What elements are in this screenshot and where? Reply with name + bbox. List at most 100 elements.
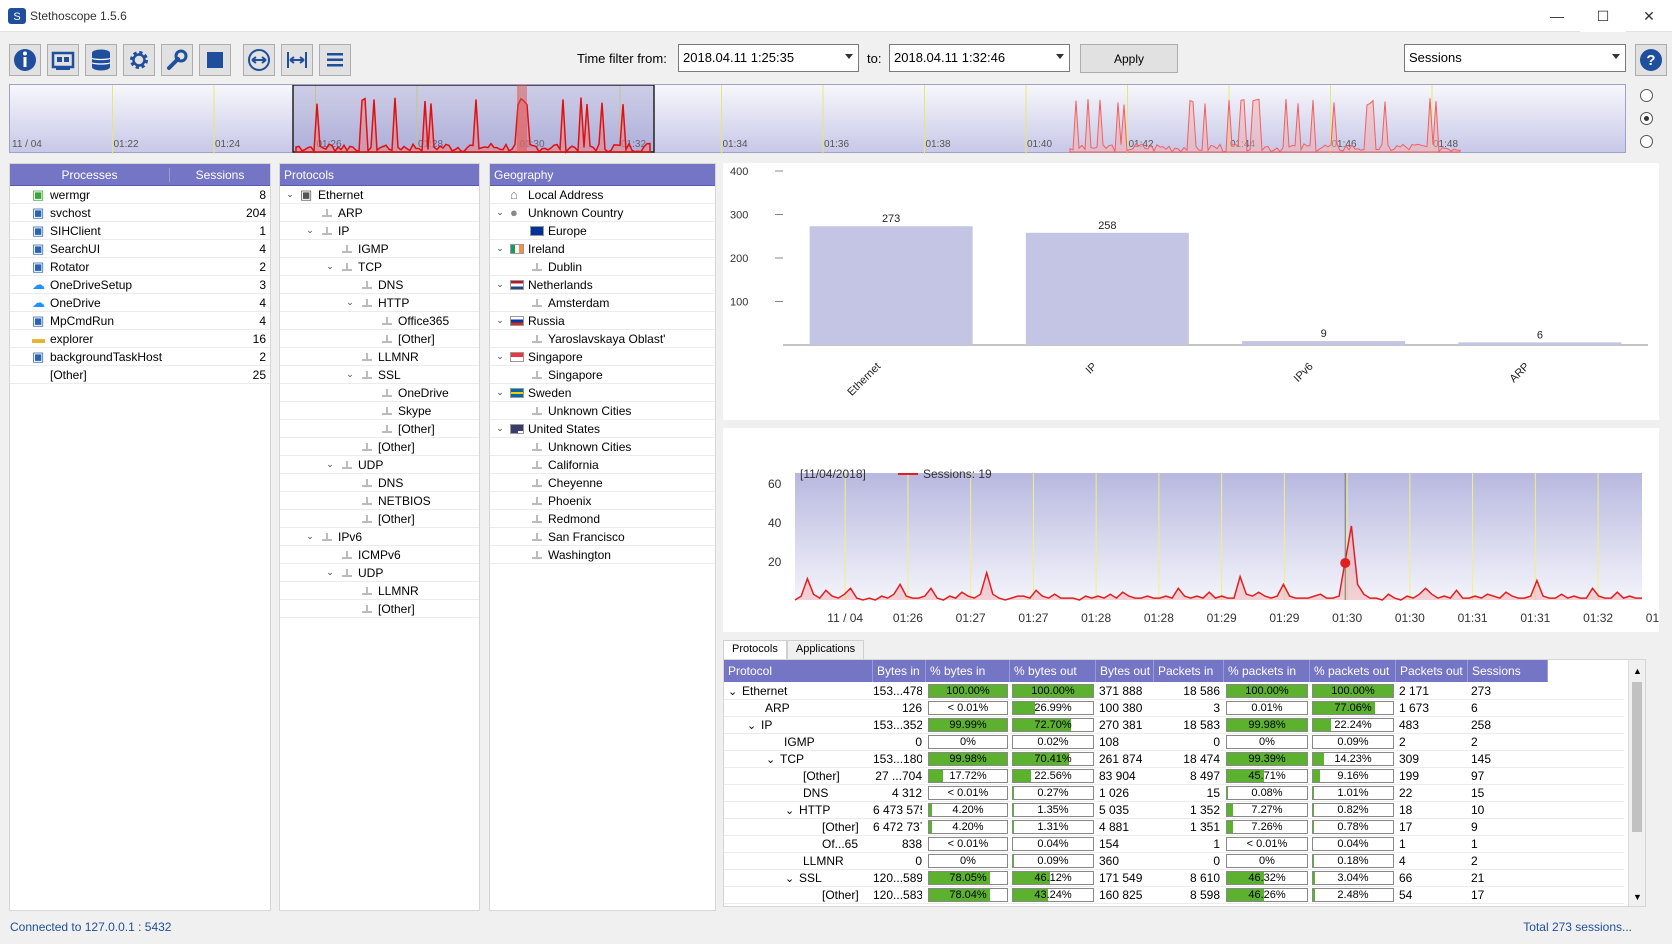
chevron-down-icon[interactable]: ⌄ [494, 315, 506, 326]
scroll-down-icon[interactable]: ▼ [1633, 892, 1642, 902]
geography-tree-item[interactable]: Dublin [490, 258, 715, 276]
timeline-radio-2[interactable] [1640, 112, 1653, 125]
protocols-tree-item[interactable]: IGMP [280, 240, 479, 258]
geography-tree-item[interactable]: ⌄ United States [490, 420, 715, 438]
chevron-down-icon[interactable]: ⌄ [494, 351, 506, 362]
chevron-down-icon[interactable]: ⌄ [785, 804, 799, 817]
geography-tree-item[interactable]: Amsterdam [490, 294, 715, 312]
protocols-tree-item[interactable]: ICMPv6 [280, 546, 479, 564]
scroll-up-icon[interactable]: ▲ [1633, 666, 1642, 676]
protocols-tree-item[interactable]: [Other] [280, 330, 479, 348]
protocols-tree-item[interactable]: DNS [280, 276, 479, 294]
table-row[interactable]: [Other] 27 ...704 17.72% 22.56% 83 904 8 497 4… [724, 768, 1624, 785]
table-row[interactable]: ARP 126 < 0.01% 26.99% 100 380 3 0.01% 77.06% 1 … [724, 700, 1624, 717]
chevron-down-icon[interactable]: ⌄ [324, 567, 336, 578]
geography-tree-item[interactable]: ⌄ Singapore [490, 348, 715, 366]
database-button[interactable] [85, 44, 117, 76]
table-row[interactable]: ⌄ SSL 120...589 78.05% 46.12% 171 549 8 610 46.… [724, 870, 1624, 887]
view-mode-select[interactable]: Sessions [1404, 44, 1626, 72]
cursor-marker[interactable] [1340, 557, 1351, 568]
geography-tree-item[interactable]: Cheyenne [490, 474, 715, 492]
zoom-fit-button[interactable] [243, 44, 275, 76]
table-row[interactable]: LLMNR 0 0% 0.09% 360 0 0% 0.18% 4 2 [724, 853, 1624, 870]
geography-tree-item[interactable]: ⌄ ● Unknown Country [490, 204, 715, 222]
settings-button[interactable] [123, 44, 155, 76]
list-button[interactable] [319, 44, 351, 76]
process-row[interactable]: ▣ SearchUI 4 [10, 240, 270, 258]
protocols-tree-item[interactable]: LLMNR [280, 582, 479, 600]
table-row[interactable]: ⌄ IP 153...352 99.99% 72.70% 270 381 18 583 99.… [724, 717, 1624, 734]
protocols-tree-item[interactable]: [Other] [280, 420, 479, 438]
protocols-tree-item[interactable]: ⌄ IPv6 [280, 528, 479, 546]
table-row[interactable]: [Other] 6 472 737 4.20% 1.31% 4 881 1 351 7.26… [724, 819, 1624, 836]
protocols-tree-item[interactable]: [Other] [280, 438, 479, 456]
tab-protocols[interactable]: Protocols [723, 640, 787, 660]
process-row[interactable]: ▣ SIHClient 1 [10, 222, 270, 240]
chevron-down-icon[interactable]: ⌄ [324, 261, 336, 272]
column-header[interactable]: Bytes out [1096, 660, 1154, 682]
geography-tree-item[interactable]: Yaroslavskaya Oblast' [490, 330, 715, 348]
adapter-button[interactable] [47, 44, 79, 76]
protocols-tree-item[interactable]: LLMNR [280, 348, 479, 366]
process-row[interactable]: ☁ OneDriveSetup 3 [10, 276, 270, 294]
bar[interactable] [1025, 232, 1189, 345]
tools-button[interactable] [161, 44, 193, 76]
time-from-select[interactable]: 2018.04.11 1:25:35 [678, 44, 859, 72]
bar[interactable] [809, 226, 973, 345]
process-row[interactable]: ▣ wermgr 8 [10, 186, 270, 204]
chevron-down-icon[interactable]: ⌄ [324, 459, 336, 470]
bar[interactable] [1458, 342, 1622, 345]
table-row[interactable]: ⌄ TCP 153...180 99.98% 70.41% 261 874 18 474 99… [724, 751, 1624, 768]
stop-button[interactable] [199, 44, 231, 76]
protocols-tree-item[interactable]: ⌄ SSL [280, 366, 479, 384]
chevron-down-icon[interactable]: ⌄ [766, 753, 780, 766]
chevron-down-icon[interactable]: ⌄ [344, 297, 356, 308]
column-header[interactable]: Sessions [1468, 660, 1548, 682]
protocols-tree-item[interactable]: NETBIOS [280, 492, 479, 510]
geography-tree-item[interactable]: ⌂ Local Address [490, 186, 715, 204]
chevron-down-icon[interactable]: ⌄ [494, 279, 506, 290]
protocols-tree-item[interactable]: ⌄ HTTP [280, 294, 479, 312]
protocols-tree-item[interactable]: [Other] [280, 510, 479, 528]
process-row[interactable]: ▣ backgroundTaskHost 2 [10, 348, 270, 366]
chevron-down-icon[interactable]: ⌄ [728, 685, 742, 698]
minimize-button[interactable]: — [1534, 0, 1580, 32]
table-row[interactable]: IGMP 0 0% 0.02% 108 0 0% 0.09% 2 2 [724, 734, 1624, 751]
process-row[interactable]: ▣ Rotator 2 [10, 258, 270, 276]
chevron-down-icon[interactable]: ⌄ [494, 207, 506, 218]
table-row[interactable]: [Other] 120...583 78.04% 43.24% 160 825 8 598… [724, 887, 1624, 904]
processes-column-header[interactable]: Processes [10, 167, 170, 182]
timeline-radio-3[interactable] [1640, 135, 1653, 148]
geography-tree-item[interactable]: ⌄ Russia [490, 312, 715, 330]
geography-tree-item[interactable]: Europe [490, 222, 715, 240]
chevron-down-icon[interactable]: ⌄ [494, 243, 506, 254]
maximize-button[interactable]: ☐ [1580, 0, 1626, 32]
table-row[interactable]: DNS 4 312 < 0.01% 0.27% 1 026 15 0.08% 1.01% 22 1… [724, 785, 1624, 802]
geography-tree-item[interactable]: California [490, 456, 715, 474]
chevron-down-icon[interactable]: ⌄ [344, 369, 356, 380]
column-header[interactable]: % bytes in [926, 660, 1010, 682]
sessions-column-header[interactable]: Sessions [170, 168, 270, 182]
column-header[interactable]: % packets out [1310, 660, 1396, 682]
column-header[interactable]: Protocol [724, 660, 873, 682]
geography-header[interactable]: Geography [490, 164, 715, 186]
protocols-header[interactable]: Protocols [280, 164, 479, 186]
protocols-tree-item[interactable]: Skype [280, 402, 479, 420]
zoom-range-button[interactable] [281, 44, 313, 76]
column-header[interactable]: % packets in [1224, 660, 1310, 682]
tab-applications[interactable]: Applications [786, 640, 865, 660]
process-row[interactable]: ▬ explorer 16 [10, 330, 270, 348]
process-row[interactable]: [Other] 25 [10, 366, 270, 384]
geography-tree-item[interactable]: San Francisco [490, 528, 715, 546]
time-to-select[interactable]: 2018.04.11 1:32:46 [889, 44, 1070, 72]
protocols-tree-item[interactable]: Office365 [280, 312, 479, 330]
column-header[interactable]: % bytes out [1010, 660, 1096, 682]
geography-tree-item[interactable]: ⌄ Ireland [490, 240, 715, 258]
geography-tree-item[interactable]: Unknown Cities [490, 438, 715, 456]
info-button[interactable] [9, 44, 41, 76]
protocols-tree-item[interactable]: [Other] [280, 600, 479, 618]
protocols-tree-item[interactable]: ⌄ UDP [280, 564, 479, 582]
table-row[interactable]: ⌄ Ethernet 153...478 100.00% 100.00% 371 888 1… [724, 683, 1624, 700]
geography-tree-item[interactable]: ⌄ Sweden [490, 384, 715, 402]
process-row[interactable]: ☁ OneDrive 4 [10, 294, 270, 312]
